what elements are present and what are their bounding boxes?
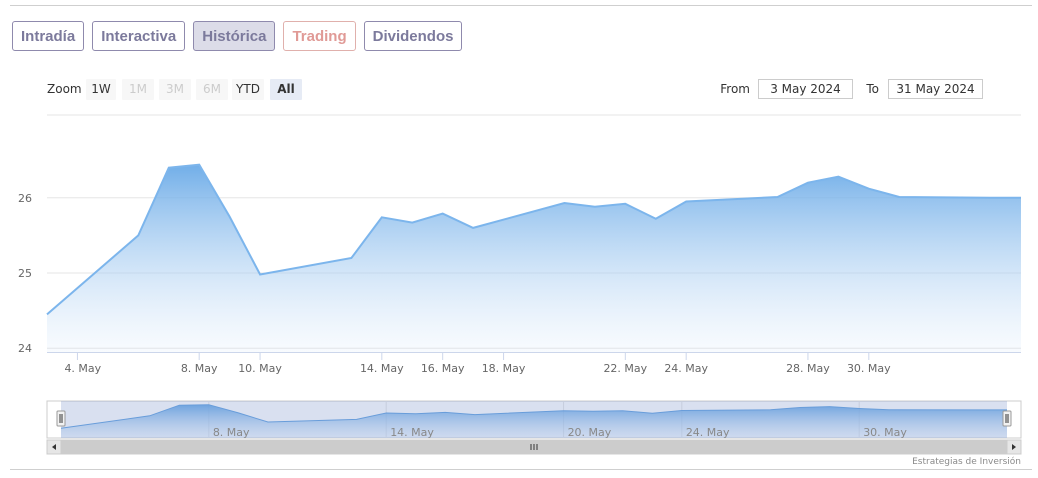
navigator-tick-label: 8. May xyxy=(213,426,250,439)
navigator-frame xyxy=(46,400,1022,439)
tab-historica[interactable]: Histórica xyxy=(193,21,276,51)
zoom-button-bg[interactable] xyxy=(232,79,264,100)
x-tick-label: 14. May xyxy=(360,362,404,375)
zoom-button-6m[interactable]: 6M xyxy=(196,79,228,100)
tab-trading[interactable]: Trading xyxy=(283,21,356,51)
series-area xyxy=(47,164,1021,352)
tab-intradia[interactable]: Intradía xyxy=(12,21,85,51)
from-date-input[interactable] xyxy=(758,79,853,99)
zoom-button-all[interactable]: All xyxy=(270,79,302,100)
chevron-left-icon xyxy=(52,444,56,450)
navigator-mask xyxy=(61,401,1007,438)
zoom-button-label: 6M xyxy=(203,82,221,96)
zoom-button-1m[interactable]: 1M xyxy=(122,79,154,100)
tab-interactiva[interactable]: Interactiva xyxy=(92,21,186,51)
x-tick-label: 8. May xyxy=(181,362,218,375)
stock-chart: Zoom 1W 1M 3M 6M YTD All From To 24 25 26 4. Ma… xyxy=(18,79,1022,467)
credits: Estrategias de Inversión xyxy=(912,456,1021,467)
chevron-right-icon xyxy=(1012,444,1016,450)
zoom-button-label: YTD xyxy=(235,82,260,96)
navigator-handle-left[interactable] xyxy=(56,410,66,427)
zoom-button-label: All xyxy=(277,82,295,96)
navigator-tick-label: 24. May xyxy=(686,426,730,439)
navigator-line xyxy=(60,404,1007,429)
scrollbar-track[interactable] xyxy=(46,439,1022,455)
handle-body[interactable] xyxy=(56,410,66,427)
zoom-button-3m[interactable]: 3M xyxy=(159,79,191,100)
handle-body[interactable] xyxy=(1002,410,1012,427)
to-date-input[interactable] xyxy=(888,79,983,99)
x-tick-label: 10. May xyxy=(238,362,282,375)
from-label: From xyxy=(720,82,750,96)
y-axis: 24 25 26 xyxy=(18,192,32,355)
navigator-area xyxy=(61,404,1007,438)
zoom-button-ytd[interactable]: YTD xyxy=(232,79,264,100)
x-tick-label: 18. May xyxy=(482,362,526,375)
zoom-button-1w[interactable]: 1W xyxy=(86,79,116,100)
navigator[interactable]: 8. May 14. May 20. May 24. May 30. May xyxy=(46,400,1022,455)
navigator-tick-label: 14. May xyxy=(390,426,434,439)
scrollbar-thumb[interactable] xyxy=(60,439,1008,455)
zoom-button-label: 1W xyxy=(91,82,111,96)
zoom-button-bg[interactable] xyxy=(86,79,116,100)
chart-tabs: Intradía Interactiva Histórica Trading D… xyxy=(12,21,463,51)
zoom-buttons: 1W 1M 3M 6M YTD All xyxy=(86,79,302,100)
grid-lines xyxy=(47,114,1021,349)
y-tick-label: 24 xyxy=(18,342,32,355)
zoom-button-bg[interactable] xyxy=(270,79,302,100)
to-label: To xyxy=(865,82,879,96)
price-series xyxy=(46,163,1021,352)
x-tick-label: 22. May xyxy=(603,362,647,375)
y-tick-label: 26 xyxy=(18,192,32,205)
x-axis: 4. May 8. May 10. May 14. May 16. May 18. May… xyxy=(47,352,1021,375)
x-tick-label: 4. May xyxy=(64,362,101,375)
scrollbar-left-button[interactable] xyxy=(46,439,62,455)
zoom-button-bg[interactable] xyxy=(196,79,228,100)
zoom-label: Zoom xyxy=(47,82,82,96)
zoom-button-bg[interactable] xyxy=(122,79,154,100)
zoom-button-label: 3M xyxy=(166,82,184,96)
x-tick-label: 30. May xyxy=(847,362,891,375)
scrollbar-right-button[interactable] xyxy=(1006,439,1022,455)
tab-dividendos[interactable]: Dividendos xyxy=(363,21,463,51)
bottom-divider xyxy=(10,469,1032,470)
y-tick-label: 25 xyxy=(18,267,32,280)
x-tick-label: 24. May xyxy=(664,362,708,375)
x-tick-label: 16. May xyxy=(421,362,465,375)
navigator-tick-label: 30. May xyxy=(863,426,907,439)
top-divider xyxy=(10,5,1032,6)
x-tick-label: 28. May xyxy=(786,362,830,375)
navigator-handle-right[interactable] xyxy=(1002,410,1012,427)
series-line xyxy=(46,163,1021,316)
zoom-button-bg[interactable] xyxy=(159,79,191,100)
zoom-button-label: 1M xyxy=(129,82,147,96)
navigator-tick-label: 20. May xyxy=(568,426,612,439)
scrollbar[interactable] xyxy=(46,439,1022,455)
